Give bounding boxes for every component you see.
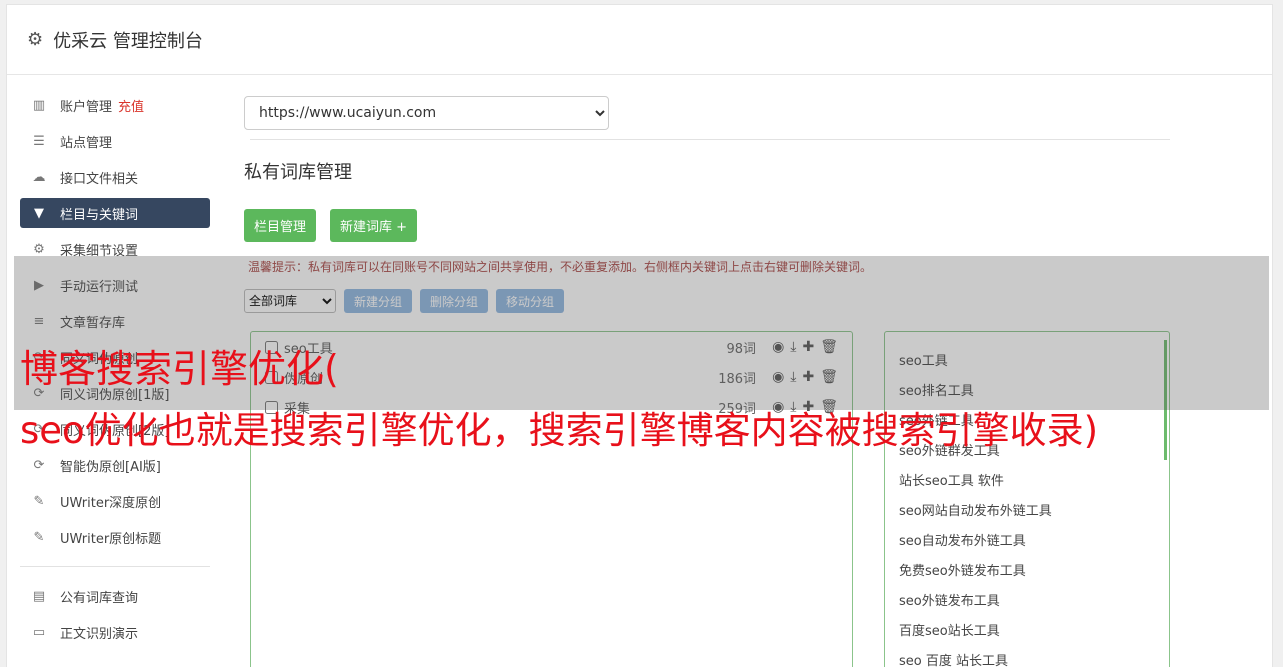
sidebar-item-sites[interactable]: ☰ 站点管理 <box>20 126 210 156</box>
cloud-upload-icon: ☁ <box>32 169 46 185</box>
sidebar-item-label: UWriter深度原创 <box>60 495 162 511</box>
sidebar-item-public-lexicon[interactable]: ▤ 公有词库查询 <box>20 581 210 611</box>
sidebar-item-label: UWriter原创标题 <box>60 531 162 547</box>
keyword-item[interactable]: 免费seo外链发布工具 <box>885 554 1169 584</box>
overlay-headline-line1: 博客搜索引擎优化( <box>20 347 339 391</box>
sidebar-item-ai-rewrite[interactable]: ⟳ 智能伪原创[AI版] <box>20 450 210 480</box>
divider <box>250 139 1170 140</box>
sidebar-item-label: 接口文件相关 <box>60 171 139 187</box>
server-icon: ☰ <box>33 133 45 149</box>
bar-chart-icon: ▥ <box>32 97 46 113</box>
gear-icon: ⚙ <box>27 29 44 50</box>
sidebar-item-uwriter-deep[interactable]: ✎ UWriter深度原创 <box>20 486 210 516</box>
book-icon: ▤ <box>32 588 46 604</box>
keyword-item[interactable]: 站长seo工具 软件 <box>885 464 1169 494</box>
sidebar-item-uwriter-title[interactable]: ✎ UWriter原创标题 <box>20 522 210 552</box>
sidebar-divider <box>20 566 210 567</box>
sidebar-item-account[interactable]: ▥ 账户管理 充值 <box>20 90 210 120</box>
monitor-icon: ▭ <box>32 624 46 640</box>
cogs-icon: ⚙ <box>33 241 45 257</box>
edit-icon: ✎ <box>33 529 45 545</box>
page-title: 私有词库管理 <box>244 162 352 183</box>
keyword-item[interactable]: 百度seo站长工具 <box>885 614 1169 644</box>
keyword-item[interactable]: seo网站自动发布外链工具 <box>885 494 1169 524</box>
sidebar-item-columns-keywords[interactable]: ▼ 栏目与关键词 <box>20 198 210 228</box>
sidebar-item-label: 栏目与关键词 <box>60 207 139 223</box>
filter-icon: ▼ <box>34 205 44 221</box>
sidebar-item-label: 站点管理 <box>60 135 113 151</box>
sidebar-item-interface[interactable]: ☁ 接口文件相关 <box>20 162 210 192</box>
sidebar-item-label: 账户管理 <box>60 99 113 115</box>
keyword-item[interactable]: seo 百度 站长工具 <box>885 644 1169 667</box>
refresh-icon: ⟳ <box>33 457 45 473</box>
sidebar-item-label: 正文识别演示 <box>60 626 139 642</box>
sidebar-item-label: 公有词库查询 <box>60 590 139 606</box>
overlay-headline-line2: seo优化也就是搜索引擎优化，搜索引擎博客内容被搜索引擎收录) <box>20 409 1099 452</box>
sidebar-item-text-recognition[interactable]: ▭ 正文识别演示 <box>20 617 210 647</box>
top-bar: ⚙ 优采云 管理控制台 <box>7 5 1272 75</box>
keyword-item[interactable]: seo外链发布工具 <box>885 584 1169 614</box>
new-lexicon-button[interactable]: 新建词库 + <box>330 209 418 242</box>
columns-button[interactable]: 栏目管理 <box>244 209 317 242</box>
console-title: 优采云 管理控制台 <box>53 30 203 52</box>
sidebar-item-label: 智能伪原创[AI版] <box>60 459 161 475</box>
recharge-link[interactable]: 充值 <box>118 96 144 115</box>
site-select[interactable]: https://www.ucaiyun.com <box>244 96 609 130</box>
keyword-item[interactable]: seo自动发布外链工具 <box>885 524 1169 554</box>
button-row: 栏目管理 新建词库 + <box>244 209 1164 242</box>
edit-icon: ✎ <box>33 493 45 509</box>
